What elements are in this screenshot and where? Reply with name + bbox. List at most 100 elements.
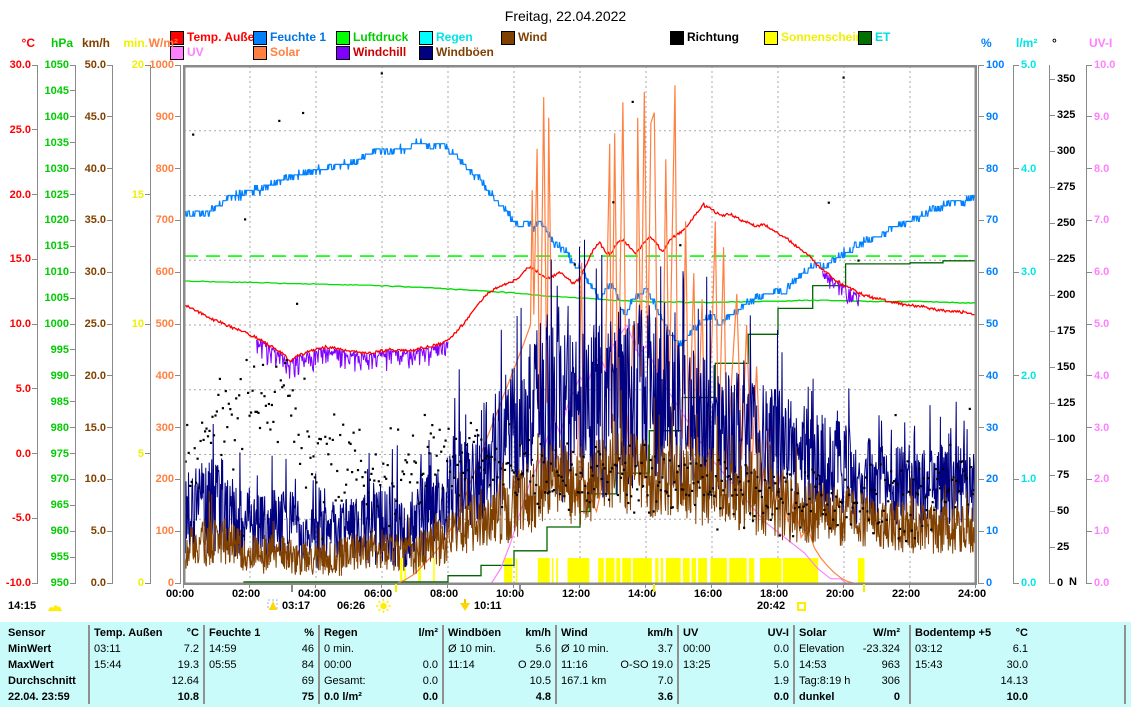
axis-tick-label: 2.0 xyxy=(1094,474,1109,485)
x-tick-label: 18:00 xyxy=(760,589,788,600)
axis-tick-label: -10.0 xyxy=(6,578,31,589)
axis-line-°C xyxy=(37,65,38,584)
legend-label: Windböen xyxy=(436,46,494,59)
table-cell-value: 0 xyxy=(814,691,900,703)
axis-tick xyxy=(32,259,37,260)
axis-tick-label: 10.0 xyxy=(10,319,31,330)
axis-tick xyxy=(70,453,75,454)
axis-tick xyxy=(979,65,984,66)
x-tick xyxy=(777,584,778,588)
table-cell-value: O-SO 19.0 xyxy=(587,659,673,671)
axis-tick xyxy=(979,168,984,169)
axis-tick-label: 400 xyxy=(156,371,174,382)
table-row-label: Durchschnitt xyxy=(8,675,76,687)
axis-tick xyxy=(1014,375,1019,376)
axis-tick-label: 10.0 xyxy=(1094,60,1115,71)
axis-tick-label: 950 xyxy=(51,578,69,589)
axis-tick xyxy=(70,531,75,532)
axis-tick xyxy=(70,194,75,195)
table-cell-value: -23.324 xyxy=(814,643,900,655)
axis-unit-label: UV-I xyxy=(1089,38,1112,49)
table-cell-time: 11:16 xyxy=(561,659,588,671)
axis-tick-label: 600 xyxy=(156,267,174,278)
legend-label: ET xyxy=(875,31,890,44)
axis-tick xyxy=(32,518,37,519)
table-cell-value: 6.1 xyxy=(942,643,1028,655)
axis-tick-label: 80 xyxy=(986,164,998,175)
axis-tick xyxy=(175,116,180,117)
axis-line-UVI xyxy=(1086,65,1087,584)
table-cell-value: 963 xyxy=(814,659,900,671)
x-tick xyxy=(711,584,712,588)
x-tick xyxy=(645,584,646,588)
table-col-unit: km/h xyxy=(613,627,673,639)
axis-tick xyxy=(1050,187,1055,188)
table-row-label: 22.04. 23:59 xyxy=(8,691,70,703)
x-tick-label: 00:00 xyxy=(166,589,194,600)
axis-tick-label: 0.0 xyxy=(16,449,31,460)
axis-tick-label: 100 xyxy=(986,60,1004,71)
table-col-unit: UV-I xyxy=(729,627,789,639)
axis-tick xyxy=(175,65,180,66)
axis-tick-label: 5 xyxy=(138,449,144,460)
axis-tick xyxy=(107,168,112,169)
axis-tick-label: 250 xyxy=(1057,218,1075,229)
axis-tick xyxy=(1087,324,1092,325)
axis-tick xyxy=(979,531,984,532)
axis-tick-label: 1.0 xyxy=(1094,526,1109,537)
axis-tick-label: 35.0 xyxy=(85,215,106,226)
legend-label: Luftdruck xyxy=(353,31,408,44)
axis-tick xyxy=(979,479,984,480)
legend-swatch-richtung xyxy=(670,31,684,45)
axis-tick-label: 200 xyxy=(1057,290,1075,301)
axis-line-% xyxy=(978,65,979,584)
x-tick xyxy=(513,584,514,588)
axis-tick-label: 970 xyxy=(51,474,69,485)
table-cell-value: 19.3 xyxy=(113,659,199,671)
axis-tick xyxy=(70,505,75,506)
axis-tick-label: 955 xyxy=(51,552,69,563)
axis-tick xyxy=(32,388,37,389)
marker-time: 06:26 xyxy=(337,600,365,612)
axis-tick-label: 15.0 xyxy=(10,254,31,265)
table-separator xyxy=(793,625,795,704)
axis-tick-label: 20 xyxy=(986,474,998,485)
axis-line-lm xyxy=(1013,65,1014,584)
plot-area[interactable] xyxy=(183,65,977,590)
table-col-unit: km/h xyxy=(491,627,551,639)
axis-line-Wm xyxy=(180,65,181,584)
axis-tick xyxy=(1014,583,1019,584)
axis-tick-label: 800 xyxy=(156,164,174,175)
marker-time: 14:15 xyxy=(8,600,36,612)
axis-tick xyxy=(1050,151,1055,152)
axis-tick-label: 50 xyxy=(1057,506,1069,517)
axis-tick-label: 500 xyxy=(156,319,174,330)
marker-time: 10:11 xyxy=(474,600,502,612)
table-col-name: Feuchte 1 xyxy=(209,627,260,639)
x-tick-label: 22:00 xyxy=(892,589,920,600)
table-col-name: Wind xyxy=(561,627,588,639)
legend-swatch-wind xyxy=(501,31,515,45)
axis-tick-label: 1.0 xyxy=(1021,474,1036,485)
axis-tick-label: 4.0 xyxy=(1094,371,1109,382)
axis-tick-label: 45.0 xyxy=(85,112,106,123)
legend-swatch-windchill xyxy=(336,46,350,60)
axis-tick xyxy=(1014,65,1019,66)
axis-tick xyxy=(70,298,75,299)
axis-tick xyxy=(1087,116,1092,117)
axis-tick-label: 60 xyxy=(986,267,998,278)
table-cell-value: 10.5 xyxy=(465,675,551,687)
axis-tick-label: 40.0 xyxy=(85,164,106,175)
axis-tick-label: 30.0 xyxy=(10,60,31,71)
axis-tick xyxy=(979,324,984,325)
axis-tick xyxy=(1087,375,1092,376)
marker-time: 20:42 xyxy=(757,600,785,612)
x-tick xyxy=(975,584,976,588)
axis-tick-label: 1035 xyxy=(45,138,69,149)
axis-tick xyxy=(145,324,150,325)
table-separator xyxy=(677,625,679,704)
axis-tick-label: 30 xyxy=(986,423,998,434)
axis-tick xyxy=(1087,479,1092,480)
axis-line-hPa xyxy=(75,65,76,584)
x-tick xyxy=(381,584,382,588)
